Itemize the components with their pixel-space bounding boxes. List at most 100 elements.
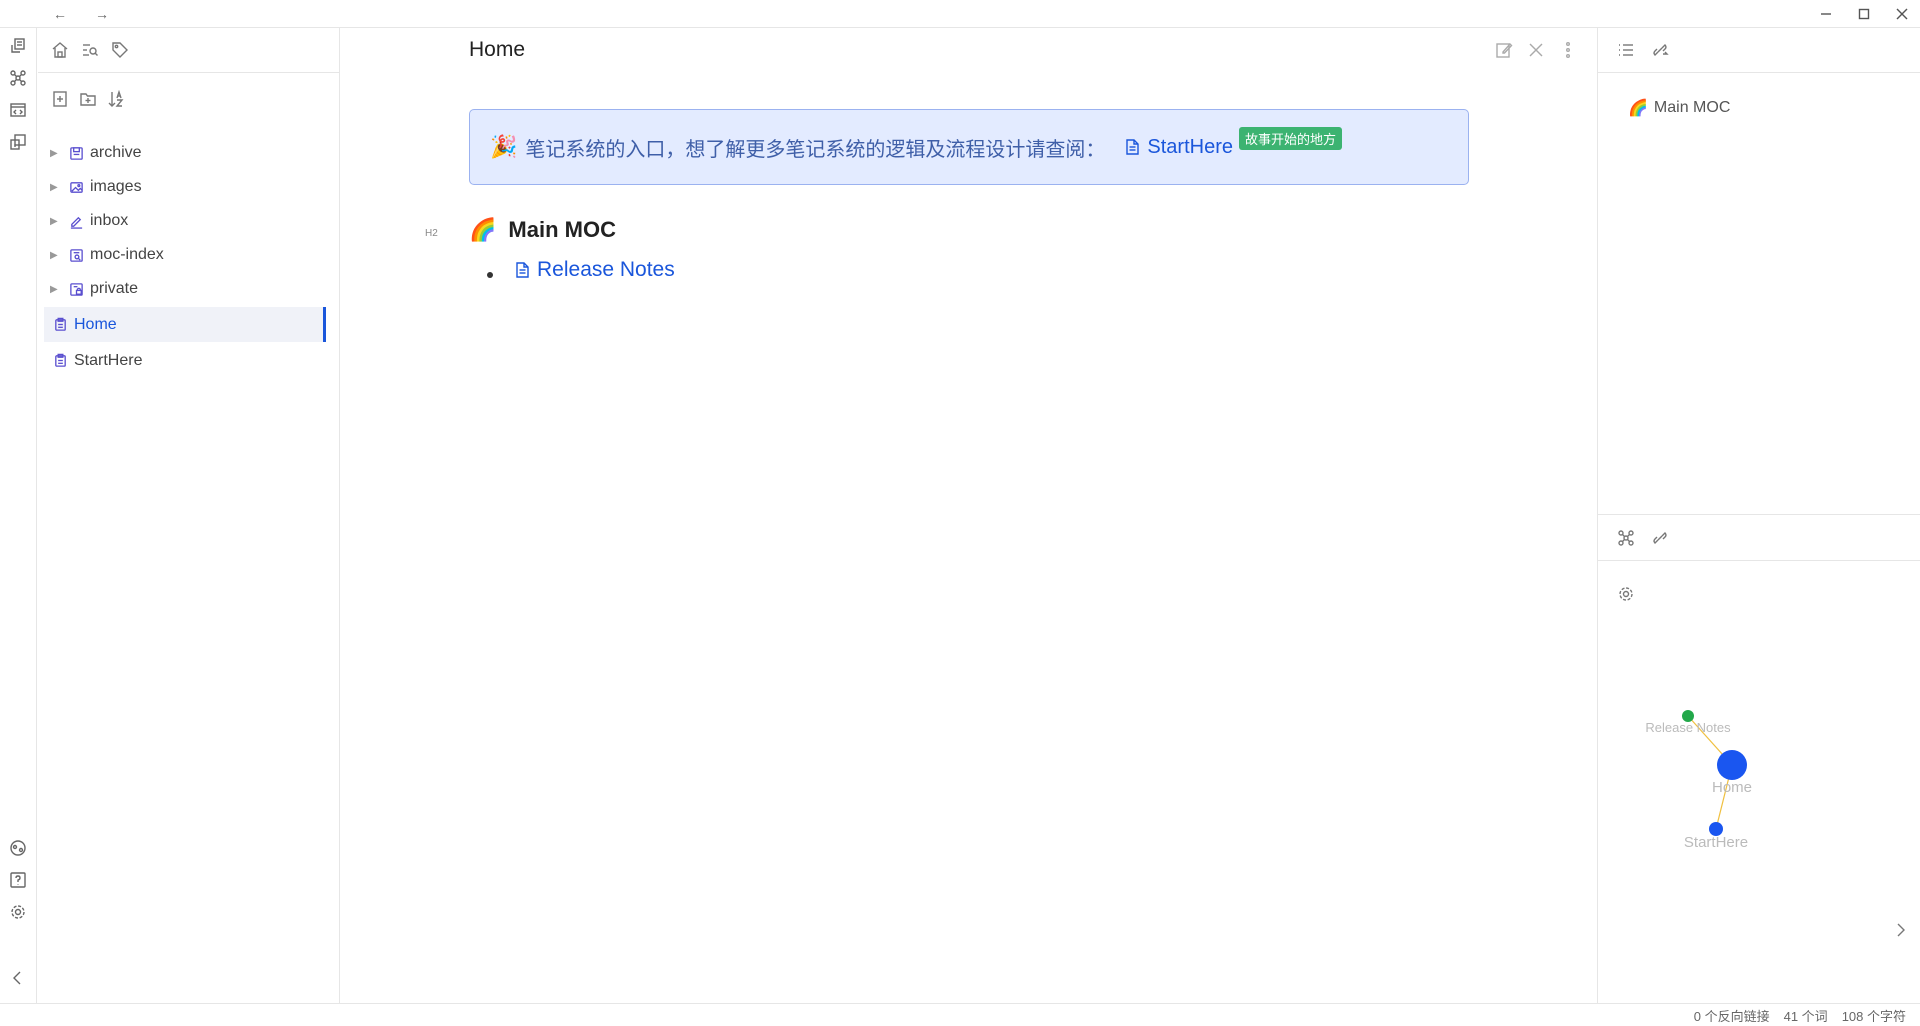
callout-text: 笔记系统的入口，想了解更多笔记系统的逻辑及流程设计请查阅：	[525, 138, 1106, 161]
rainbow-icon: 🌈	[469, 217, 497, 242]
document-icon	[1126, 139, 1140, 155]
graph-view-icon[interactable]	[1614, 526, 1638, 550]
close-tab-button[interactable]	[1524, 38, 1548, 62]
maximize-button[interactable]	[1844, 0, 1884, 28]
folder-private[interactable]: ▶ private	[44, 273, 326, 305]
outgoing-links-icon[interactable]	[1648, 38, 1672, 62]
main-moc-heading: 🌈 Main MOC	[469, 217, 616, 243]
vault-switcher-icon[interactable]	[6, 836, 30, 860]
graph-node-label: Release Notes	[1645, 720, 1731, 735]
sort-icon[interactable]	[104, 87, 128, 111]
folder-moc-index[interactable]: ▶ moc-index	[44, 239, 326, 271]
collapse-sidebar-icon[interactable]	[6, 966, 30, 990]
starthere-link[interactable]: StartHere	[1123, 136, 1233, 159]
tree-item-label: Home	[74, 315, 117, 333]
folder-inbox[interactable]: ▶ inbox	[44, 205, 326, 237]
tag-icon[interactable]	[108, 38, 132, 62]
word-count: 41 个词	[1783, 1008, 1828, 1024]
left-sidebar-tabs	[38, 28, 339, 73]
release-notes-link[interactable]: Release Notes	[513, 258, 675, 282]
close-icon	[1529, 43, 1543, 57]
tree-item-label: moc-index	[90, 246, 164, 263]
title-bar: ← →	[0, 0, 1920, 28]
link-label: Release Notes	[537, 258, 675, 281]
pencil-folder-icon	[68, 213, 84, 229]
link-badge: 故事开始的地方	[1239, 126, 1343, 150]
file-explorer-pane: ▶ archive ▶ images ▶ inbox ▶ moc-index ▶…	[38, 28, 340, 1003]
edit-mode-button[interactable]	[1492, 38, 1516, 62]
archive-folder-icon	[68, 145, 84, 161]
close-icon	[1896, 8, 1908, 20]
image-folder-icon	[68, 179, 84, 195]
tree-item-label: private	[90, 280, 139, 297]
more-options-button[interactable]	[1556, 38, 1580, 62]
outline-panel: 🌈 Main MOC	[1598, 28, 1920, 515]
help-icon[interactable]	[6, 868, 30, 892]
expand-caret-icon[interactable]: ▶	[50, 284, 60, 295]
backlink-count[interactable]: 0 个反向链接	[1694, 1006, 1770, 1025]
folder-archive[interactable]: ▶ archive	[44, 137, 326, 169]
outline-item-main-moc[interactable]: 🌈 Main MOC	[1628, 98, 1730, 118]
graph-node-label: StartHere	[1684, 834, 1748, 851]
graph-settings-icon[interactable]	[1614, 582, 1638, 606]
daily-notes-icon[interactable]	[6, 130, 30, 154]
open-quick-switcher-icon[interactable]	[6, 34, 30, 58]
status-bar: 0 个反向链接 41 个词 108 个字符	[0, 1003, 1920, 1026]
right-sidebar: 🌈 Main MOC Release Notes Home StartHere	[1597, 28, 1920, 1003]
tree-item-label: images	[90, 178, 142, 195]
backlinks-icon[interactable]	[1648, 526, 1672, 550]
close-window-button[interactable]	[1882, 0, 1920, 28]
minimize-icon	[1821, 13, 1831, 15]
rainbow-icon: 🌈	[1628, 100, 1648, 117]
expand-caret-icon[interactable]: ▶	[50, 148, 60, 159]
right-top-tabs	[1598, 28, 1920, 73]
local-graph-panel: Release Notes Home StartHere	[1598, 516, 1920, 1003]
graph-node-home[interactable]	[1717, 750, 1747, 780]
settings-icon[interactable]	[6, 900, 30, 924]
expand-caret-icon[interactable]: ▶	[50, 250, 60, 261]
document-icon	[516, 262, 529, 278]
graph-node-label: Home	[1712, 779, 1752, 796]
home-icon[interactable]	[48, 38, 72, 62]
file-starthere[interactable]: StartHere	[44, 343, 326, 378]
note-file-icon	[52, 317, 68, 333]
note-file-icon	[52, 353, 68, 369]
ribbon	[0, 28, 37, 1003]
expand-right-sidebar-icon[interactable]	[1888, 918, 1912, 942]
view-actions	[1492, 38, 1580, 62]
info-callout: 🎉 笔记系统的入口，想了解更多笔记系统的逻辑及流程设计请查阅： StartHer…	[469, 109, 1469, 185]
new-note-icon[interactable]	[48, 87, 72, 111]
edit-icon	[1496, 42, 1513, 58]
outline-item-label: Main MOC	[1653, 99, 1731, 116]
maximize-icon	[1858, 8, 1870, 20]
new-folder-icon[interactable]	[76, 87, 100, 111]
heading-level-marker: H2	[425, 228, 438, 239]
party-popper-icon: 🎉	[490, 134, 518, 159]
minimize-button[interactable]	[1806, 0, 1846, 28]
search-icon[interactable]	[78, 38, 102, 62]
expand-caret-icon[interactable]: ▶	[50, 216, 60, 227]
link-label: StartHere	[1147, 135, 1233, 158]
expand-caret-icon[interactable]: ▶	[50, 182, 60, 193]
folder-images[interactable]: ▶ images	[44, 171, 326, 203]
heading-text: Main MOC	[508, 217, 616, 242]
more-vertical-icon	[1565, 42, 1570, 58]
back-arrow-icon: ←	[53, 6, 67, 22]
tree-item-label: StartHere	[74, 351, 143, 369]
file-home[interactable]: Home	[44, 307, 326, 342]
nav-forward-button[interactable]: →	[82, 0, 122, 28]
tree-item-label: archive	[90, 144, 142, 161]
tree-item-label: inbox	[90, 212, 129, 229]
right-bottom-tabs	[1598, 516, 1920, 561]
file-explorer-actions	[38, 73, 339, 123]
lock-folder-icon	[68, 281, 84, 297]
graph-view-icon[interactable]	[6, 66, 30, 90]
editor-pane: Home 🎉 笔记系统的入口，想了解更多笔记系统的逻辑及流程设计请查阅： Sta…	[341, 28, 1596, 1003]
document-title[interactable]: Home	[469, 38, 525, 62]
outline-icon[interactable]	[1614, 38, 1638, 62]
templates-icon[interactable]	[6, 98, 30, 122]
list-bullet	[487, 272, 493, 278]
nav-back-button[interactable]: ←	[40, 0, 80, 28]
local-graph-canvas[interactable]: Release Notes Home StartHere	[1598, 696, 1920, 896]
index-folder-icon	[68, 247, 84, 263]
